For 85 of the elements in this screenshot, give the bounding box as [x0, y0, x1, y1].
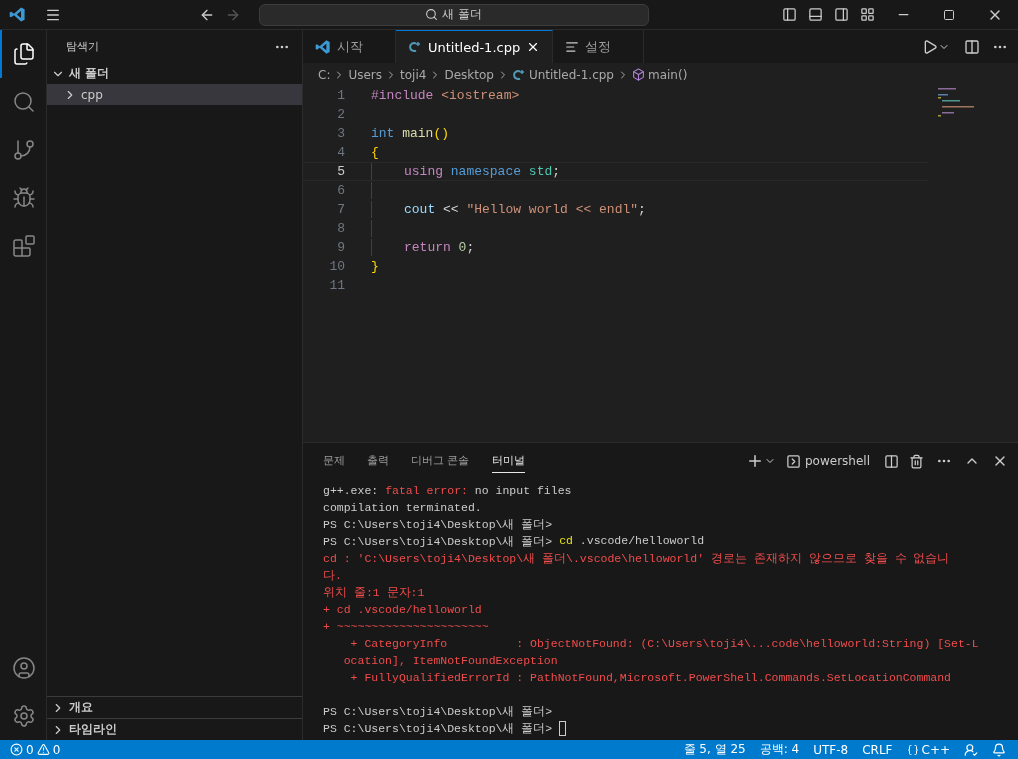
- line-number: 2: [336, 107, 345, 122]
- line-number: 4: [336, 145, 345, 160]
- line-number: 5: [336, 164, 345, 179]
- line-number: 3: [336, 126, 345, 141]
- split-terminal-icon[interactable]: [884, 453, 899, 469]
- sidebar-title: 탐색기: [66, 39, 99, 54]
- breadcrumb-item[interactable]: Untitled-1.cpp: [511, 67, 614, 82]
- terminal-line: + CategoryInfo : ObjectNotFound: (C:\Users\toji4\...code\helloworld:String) [Set-L: [349, 637, 979, 650]
- trash-icon[interactable]: [909, 453, 924, 469]
- code-line: }: [371, 259, 379, 274]
- run-icon[interactable]: [922, 38, 938, 55]
- feedback-icon[interactable]: [964, 742, 978, 757]
- code-line: int main(): [371, 126, 450, 141]
- settings-icon[interactable]: [12, 704, 36, 728]
- panel-tab[interactable]: 터미널: [491, 449, 525, 473]
- warning-icon: [36, 743, 50, 756]
- section-header[interactable]: 개요: [47, 696, 302, 718]
- breadcrumb-item[interactable]: C:: [318, 67, 331, 82]
- code-line: {: [371, 145, 379, 160]
- breadcrumb-item[interactable]: Desktop: [444, 67, 494, 82]
- terminal-line: + cd .vscode/helloworld: [323, 603, 482, 616]
- terminal-line: PS C:\Users\toji4\Desktop\새 폴더>: [323, 721, 554, 736]
- branch-icon[interactable]: [12, 138, 36, 162]
- bell-icon[interactable]: [992, 742, 1006, 757]
- panel-tab[interactable]: 출력: [367, 449, 389, 473]
- line-number: 10: [328, 259, 345, 274]
- code-line: return 0;: [404, 240, 475, 255]
- code-line: using namespace std;: [404, 164, 561, 179]
- line-number: 1: [336, 88, 345, 103]
- secondary-sidebar-icon[interactable]: [833, 7, 849, 22]
- panel-tab[interactable]: 디버그 콘솔: [411, 449, 470, 473]
- line-number: 7: [336, 202, 345, 217]
- terminal-line: + ~~~~~~~~~~~~~~~~~~~~~~: [323, 620, 489, 633]
- add-icon[interactable]: [746, 452, 764, 470]
- debug-icon[interactable]: [12, 186, 36, 210]
- problems-status[interactable]: 0 0: [10, 742, 61, 757]
- terminal-line: + FullyQualifiedErrorId : PathNotFound,Microsoft.PowerShell.Commands.SetLocationCommand: [349, 671, 951, 684]
- language-status[interactable]: C++: [906, 742, 950, 757]
- files-icon[interactable]: [12, 42, 36, 66]
- status-item[interactable]: UTF-8: [813, 742, 849, 757]
- search-field[interactable]: 새 폴더: [258, 3, 649, 26]
- layout-icon[interactable]: [859, 7, 875, 22]
- line-number: 8: [336, 221, 345, 236]
- code-line: cout << "Hellow world << endl";: [404, 202, 646, 217]
- maximize-icon[interactable]: [943, 8, 955, 21]
- search-icon[interactable]: [12, 90, 36, 114]
- terminal-line: PS C:\Users\toji4\Desktop\새 폴더>: [323, 517, 553, 532]
- terminal-line: 다.: [323, 568, 342, 583]
- braces-icon: [906, 743, 919, 756]
- terminal-name[interactable]: powershell: [805, 454, 870, 468]
- terminal-line: compilation terminated.: [323, 501, 482, 514]
- status-item[interactable]: 공백: 4: [759, 741, 800, 758]
- status-item[interactable]: 줄 5, 열 25: [683, 741, 746, 758]
- panel-toggle-icon[interactable]: [807, 7, 823, 22]
- terminal-line: PS C:\Users\toji4\Desktop\새 폴더>: [323, 704, 553, 719]
- line-number: 11: [328, 278, 345, 293]
- breadcrumb-item[interactable]: Users: [348, 67, 383, 82]
- error-icon: [10, 743, 23, 756]
- editor-tab[interactable]: Untitled-1.cpp: [396, 30, 554, 63]
- sidebar-toggle-icon[interactable]: [781, 7, 797, 22]
- cpp-file-icon: [511, 68, 526, 81]
- line-number: 6: [336, 183, 345, 198]
- terminal-line: g++.exe: fatal error: no input files: [323, 484, 572, 497]
- breadcrumb-item[interactable]: main(): [631, 67, 688, 82]
- code-line: #include <iostream>: [371, 88, 520, 103]
- panel-tab[interactable]: 문제: [323, 449, 345, 473]
- status-item[interactable]: CRLF: [862, 742, 893, 757]
- breadcrumb-item[interactable]: toji4: [400, 67, 427, 82]
- extensions-icon[interactable]: [12, 234, 36, 258]
- terminal-line: cd : 'C:\Users\toji4\Desktop\새 폴더\.vscode\helloworld' 경로는 존재하지 않으므로 찾을 수 없습니: [323, 551, 950, 566]
- cube-icon: [631, 68, 645, 81]
- tree-item[interactable]: cpp: [47, 84, 302, 105]
- terminal-line: 위치 줄:1 문자:1: [323, 585, 425, 600]
- search-icon: [425, 8, 439, 21]
- cpp-file-icon: [408, 41, 422, 53]
- terminal-line: ocation], ItemNotFoundException: [342, 654, 558, 667]
- line-number: 9: [336, 240, 345, 255]
- terminal-line: PS C:\Users\toji4\Desktop\새 폴더> cd .vscode/helloworld: [323, 534, 705, 549]
- terminal-icon: [786, 453, 801, 469]
- logo-icon: [315, 39, 331, 55]
- logo-icon: [8, 6, 26, 23]
- split-editor-icon[interactable]: [964, 38, 980, 55]
- settings-list-icon: [565, 40, 580, 54]
- account-icon[interactable]: [12, 656, 36, 680]
- folder-item[interactable]: 새 폴더: [47, 63, 302, 84]
